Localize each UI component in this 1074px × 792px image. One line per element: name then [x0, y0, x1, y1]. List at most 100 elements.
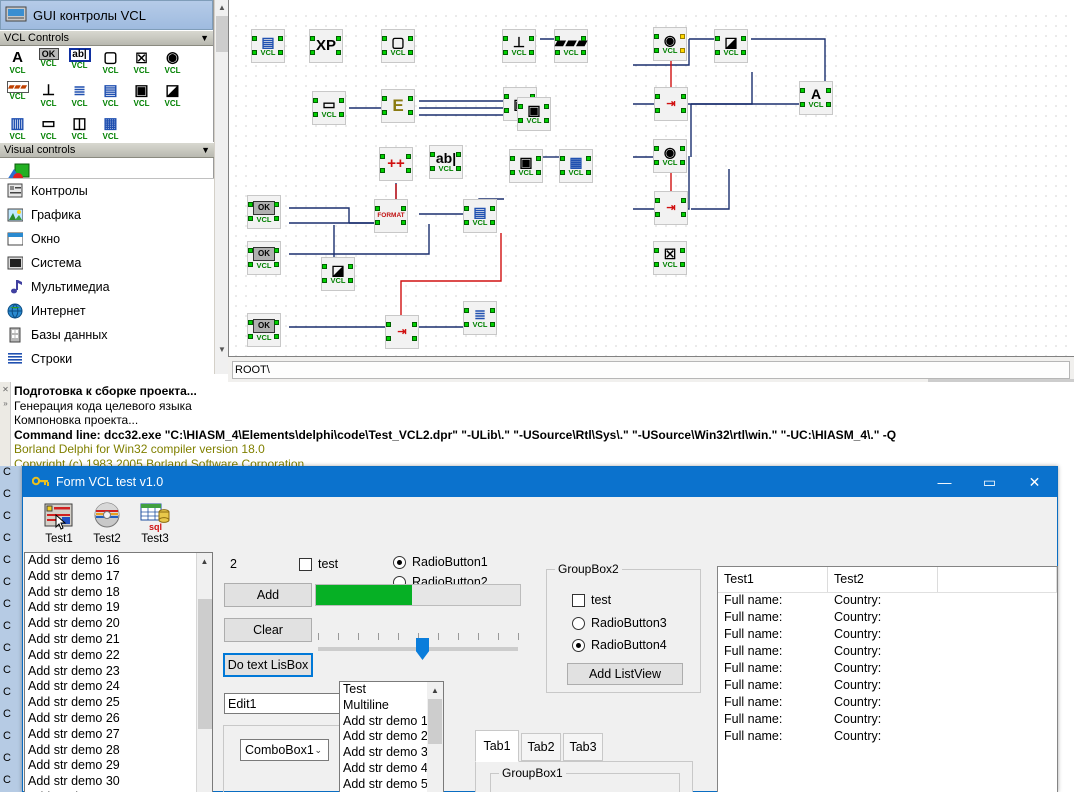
node-port[interactable] [654, 48, 659, 53]
listview-row[interactable]: Full name: Country: [718, 610, 1057, 627]
node-port[interactable] [800, 102, 805, 107]
node-port[interactable] [348, 278, 353, 283]
listbox-item[interactable]: Add str demo 27 [25, 727, 212, 743]
tab-tab2[interactable]: Tab2 [521, 733, 561, 761]
listbox-item[interactable]: Add str demo 16 [25, 553, 212, 569]
node-port[interactable] [382, 36, 387, 41]
close-log-icon[interactable]: ✕ [0, 382, 11, 396]
node-port[interactable] [800, 88, 805, 93]
node-port[interactable] [408, 36, 413, 41]
combobox[interactable]: ComboBox1 ⌄ [240, 739, 329, 761]
node-port[interactable] [518, 118, 523, 123]
listbox-item[interactable]: Add str demo 26 [25, 711, 212, 727]
checkbox-box[interactable] [572, 593, 585, 607]
listview-row[interactable]: Full name: Country: [718, 644, 1057, 661]
node-port[interactable] [408, 96, 413, 101]
toolbar-button-test1[interactable]: Test1 [37, 501, 81, 553]
scroll-up-icon[interactable]: ▲ [427, 682, 443, 698]
scrollbar-thumb[interactable] [198, 599, 212, 729]
node-port[interactable] [412, 322, 417, 327]
node-port[interactable] [274, 248, 279, 253]
node-port[interactable] [826, 88, 831, 93]
node-port[interactable] [560, 156, 565, 161]
category-item-5[interactable]: Интернет [0, 299, 214, 323]
node-port[interactable] [529, 36, 534, 41]
node-port[interactable] [375, 206, 380, 211]
node-port[interactable] [248, 262, 253, 267]
node-port[interactable] [715, 50, 720, 55]
close-button[interactable]: ✕ [1012, 467, 1057, 497]
node-port[interactable] [655, 108, 660, 113]
listview[interactable]: Test1 Test2 Full name: Country: Full name: C… [717, 566, 1058, 792]
maximize-button[interactable]: ▭ [967, 467, 1012, 497]
listbox-item[interactable]: Add str demo 18 [25, 585, 212, 601]
node-port[interactable] [313, 112, 318, 117]
node-port[interactable] [586, 170, 591, 175]
palette-item-progressbar[interactable]: ▰▰▰ VCL [2, 81, 33, 114]
trackbar-thumb[interactable] [416, 638, 429, 660]
node-port[interactable] [536, 156, 541, 161]
expand-log-icon[interactable]: » [0, 396, 11, 410]
diagram-canvas[interactable]: ▤VCLXP▢VCL⊥VCL▰▰▰VCL◉VCL◪VCL▭VCLΕ▣▣VCL⇥A… [229, 9, 1074, 356]
node-port[interactable] [826, 102, 831, 107]
diagram-node-n7[interactable]: ◪ VCL [714, 29, 748, 63]
radio-circle[interactable] [572, 616, 585, 630]
checkbox-test-top[interactable]: test [299, 557, 338, 571]
node-port[interactable] [274, 320, 279, 325]
diagram-node-n16[interactable]: ▣ VCL [509, 149, 543, 183]
node-port[interactable] [680, 146, 685, 151]
node-port[interactable] [313, 98, 318, 103]
diagram-node-n1[interactable]: ▤ VCL [251, 29, 285, 63]
listview-column-header[interactable] [938, 567, 1057, 592]
node-port[interactable] [464, 220, 469, 225]
node-port[interactable] [680, 248, 685, 253]
node-port[interactable] [654, 34, 659, 39]
node-port[interactable] [503, 36, 508, 41]
node-port[interactable] [680, 262, 685, 267]
palette-item-label[interactable]: A VCL [2, 48, 33, 81]
node-port[interactable] [456, 166, 461, 171]
diagram-node-n17[interactable]: ▦ VCL [559, 149, 593, 183]
diagram-node-n8[interactable]: ▭ VCL [312, 91, 346, 125]
radio-circle[interactable] [393, 555, 406, 569]
node-port[interactable] [680, 160, 685, 165]
node-port[interactable] [380, 168, 385, 173]
node-port[interactable] [401, 206, 406, 211]
tab-tab3[interactable]: Tab3 [563, 733, 603, 761]
listbox-item[interactable]: Add str demo 24 [25, 679, 212, 695]
listview-row[interactable]: Full name: Country: [718, 712, 1057, 729]
node-port[interactable] [504, 94, 509, 99]
listbox-item[interactable]: Add str demo 29 [25, 758, 212, 774]
checkbox-box[interactable] [299, 557, 312, 571]
palette-item-button[interactable]: OK VCL [33, 48, 64, 81]
listbox[interactable]: Add str demo 16 Add str demo 17 Add str de… [24, 552, 213, 792]
diagram-node-n21[interactable]: FORMAT [374, 199, 408, 233]
node-port[interactable] [654, 248, 659, 253]
listbox-item[interactable]: Add str demo 21 [25, 632, 212, 648]
diagram-node-n27[interactable]: ≣ VCL [463, 301, 497, 335]
listview-row[interactable]: Full name: Country: [718, 695, 1057, 712]
node-port[interactable] [252, 50, 257, 55]
minimize-button[interactable]: — [922, 467, 967, 497]
node-port[interactable] [555, 36, 560, 41]
node-port[interactable] [741, 36, 746, 41]
node-port[interactable] [252, 36, 257, 41]
scroll-up-icon[interactable]: ▲ [197, 553, 212, 569]
node-port[interactable] [555, 50, 560, 55]
chevron-down-icon-2[interactable]: ▼ [201, 145, 210, 155]
listview-row[interactable]: Full name: Country: [718, 678, 1057, 695]
node-port[interactable] [406, 154, 411, 159]
node-port[interactable] [581, 50, 586, 55]
chevron-down-icon[interactable]: ▼ [200, 33, 209, 43]
diagram-node-n13[interactable]: A VCL [799, 81, 833, 115]
node-port[interactable] [380, 154, 385, 159]
listview-row[interactable]: Full name: Country: [718, 729, 1057, 746]
node-port[interactable] [529, 50, 534, 55]
diagram-node-n3[interactable]: ▢ VCL [381, 29, 415, 63]
palette-item-image[interactable]: ◪ VCL [157, 81, 188, 114]
node-port[interactable] [278, 50, 283, 55]
node-port[interactable] [274, 262, 279, 267]
node-port[interactable] [654, 160, 659, 165]
node-port[interactable] [339, 98, 344, 103]
listbox-item[interactable]: Add str demo 19 [25, 600, 212, 616]
